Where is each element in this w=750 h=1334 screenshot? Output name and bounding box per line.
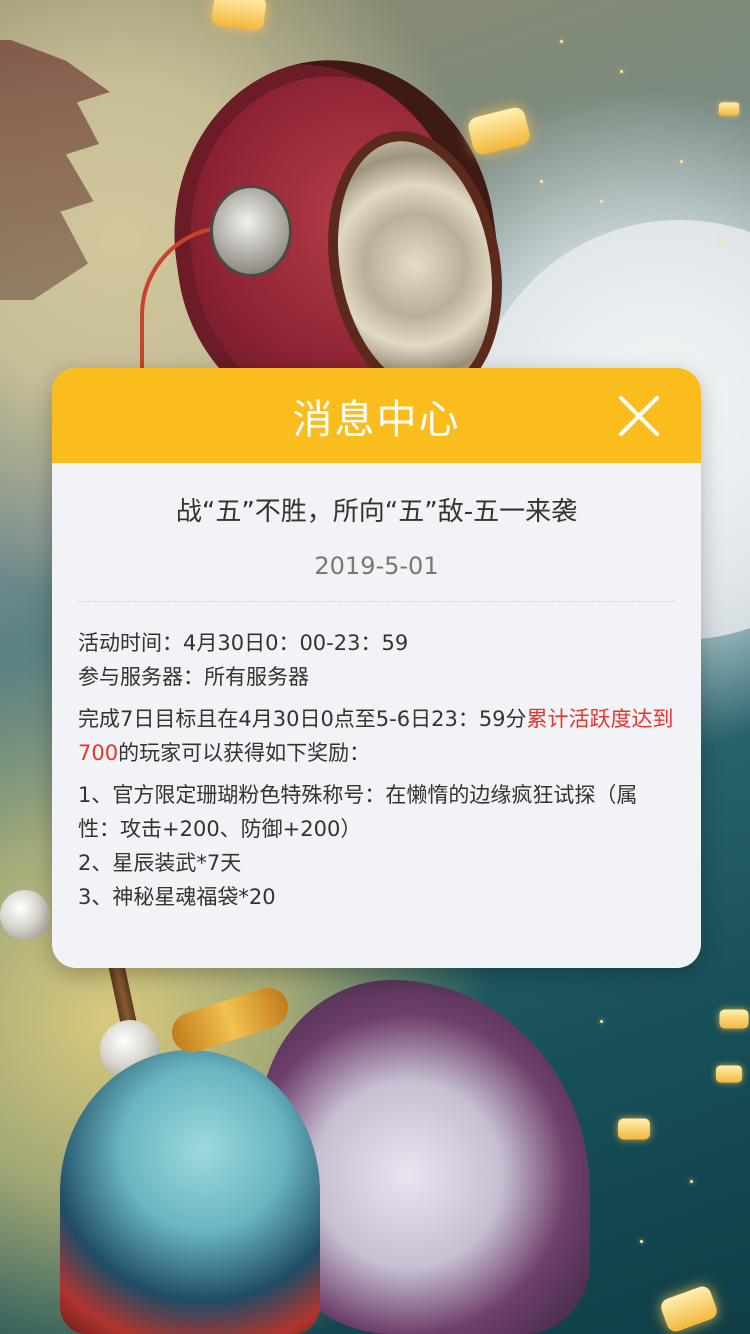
reward-item: 1、官方限定珊瑚粉色特殊称号：在懒惰的边缘疯狂试探（属性：攻击+200、防御+2… (78, 783, 638, 841)
lantern-icon (715, 1065, 743, 1083)
lantern-icon (658, 1284, 720, 1334)
drum-knob-decoration (210, 185, 292, 277)
star-decoration (680, 160, 683, 163)
star-decoration (620, 70, 623, 73)
star-decoration (600, 1020, 603, 1023)
notice-title: 战“五”不胜，所向“五”敌-五一来袭 (175, 497, 578, 527)
dialog-title: 消息中心 (292, 396, 461, 443)
dialog-header: 消息中心 (52, 368, 701, 463)
star-decoration (560, 40, 563, 43)
pagoda-decoration (0, 40, 110, 300)
condition-prefix: 完成7日目标且在4月30日0点至5-6日23：59分 (78, 707, 527, 731)
activity-time: 活动时间：4月30日0：00-23：59 (78, 631, 409, 655)
reward-item: 2、星辰装武*7天 (78, 851, 242, 875)
lantern-icon (210, 0, 268, 32)
character-decoration (60, 1050, 320, 1334)
lantern-icon (618, 1118, 650, 1140)
reward-item: 3、神秘星魂福袋*20 (78, 885, 276, 909)
condition-suffix: 的玩家可以获得如下奖励： (118, 741, 371, 765)
dialog-body: 战“五”不胜，所向“五”敌-五一来袭 2019-5-01 活动时间：4月30日0… (52, 463, 701, 914)
servers: 参与服务器：所有服务器 (78, 665, 309, 689)
ribbon-decoration (166, 982, 294, 1058)
divider (78, 601, 675, 602)
message-center-dialog: 消息中心 战“五”不胜，所向“五”敌-五一来袭 2019-5-01 活动时间：4… (52, 368, 701, 968)
game-background: 消息中心 战“五”不胜，所向“五”敌-五一来袭 2019-5-01 活动时间：4… (0, 0, 750, 1334)
lantern-icon (466, 105, 532, 157)
close-button[interactable] (617, 394, 661, 438)
close-icon (619, 396, 659, 436)
star-decoration (720, 240, 723, 243)
notice-content: 活动时间：4月30日0：00-23：59 参与服务器：所有服务器 完成7日目标且… (78, 626, 675, 914)
star-decoration (690, 1180, 693, 1183)
orb-decoration (0, 890, 50, 940)
lantern-icon (719, 1009, 749, 1029)
lantern-icon (718, 102, 740, 116)
star-decoration (600, 200, 603, 203)
reward-condition: 完成7日目标且在4月30日0点至5-6日23：59分累计活跃度达到700的玩家可… (78, 702, 675, 770)
star-decoration (540, 180, 543, 183)
star-decoration (640, 1240, 643, 1243)
notice-date: 2019-5-01 (314, 552, 439, 580)
